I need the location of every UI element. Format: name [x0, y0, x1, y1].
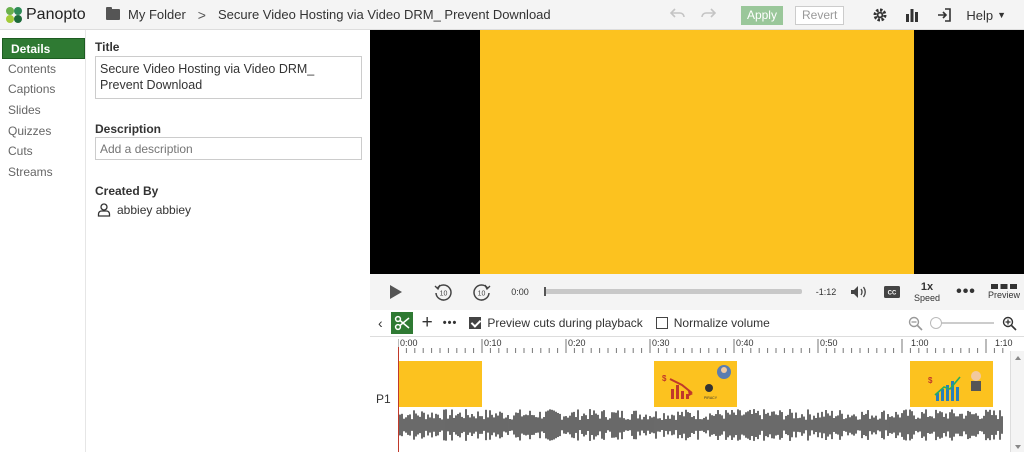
current-time: 0:00: [511, 287, 529, 297]
sidebar-item-cuts[interactable]: Cuts: [0, 141, 85, 162]
zoom-slider-handle[interactable]: [930, 317, 942, 329]
remaining-time: -1:12: [815, 287, 837, 297]
thumbnail-piracy[interactable]: $ PIRACY: [654, 361, 737, 407]
title-input[interactable]: Secure Video Hosting via Video DRM_ Prev…: [95, 56, 362, 99]
exit-icon[interactable]: [928, 7, 960, 23]
creator: abbiey abbiey: [97, 203, 191, 217]
sidebar-item-captions[interactable]: Captions: [0, 79, 85, 100]
stats-icon[interactable]: [896, 7, 928, 23]
track-label: P1: [376, 392, 391, 406]
details-panel: Title Secure Video Hosting via Video DRM…: [86, 30, 370, 452]
forward-10-icon[interactable]: 10: [471, 274, 493, 310]
volume-icon[interactable]: [848, 274, 870, 310]
toolbar-more-icon[interactable]: •••: [443, 317, 458, 329]
panopto-logo-icon: [6, 6, 22, 23]
preview-cuts-label: Preview cuts during playback: [487, 316, 643, 330]
sidebar-item-quizzes[interactable]: Quizzes: [0, 121, 85, 142]
tick-label: 0:40: [736, 338, 754, 348]
help-label: Help: [966, 7, 994, 23]
video-frame: [480, 30, 914, 274]
page-title: Secure Video Hosting via Video DRM_ Prev…: [217, 7, 551, 22]
cc-label: CC: [888, 291, 897, 297]
more-options-icon[interactable]: •••: [956, 274, 976, 310]
help-menu[interactable]: Help ▼: [966, 8, 1006, 23]
rewind-10-icon[interactable]: 10: [432, 274, 454, 310]
video-player[interactable]: [370, 30, 1024, 274]
add-icon[interactable]: +: [422, 313, 433, 333]
revert-button[interactable]: Revert: [794, 5, 845, 25]
sidebar-item-slides[interactable]: Slides: [0, 100, 85, 121]
sidebar-item-details[interactable]: Details: [2, 38, 85, 59]
svg-text:$: $: [662, 374, 667, 383]
title-label: Title: [95, 40, 120, 54]
tick-label: 1:10: [995, 338, 1013, 348]
settings-icon[interactable]: [864, 7, 896, 23]
tick-label: 0:00: [400, 338, 418, 348]
sidebar-item-streams[interactable]: Streams: [0, 162, 85, 183]
preview-label: Preview: [988, 289, 1021, 300]
edit-toolbar: ‹ + ••• Preview cuts during playback Nor…: [370, 310, 1024, 336]
forward-seconds: 10: [478, 291, 486, 298]
redo-icon[interactable]: [697, 6, 719, 24]
normalize-volume-label: Normalize volume: [673, 316, 770, 330]
normalize-volume-checkbox[interactable]: [655, 317, 668, 329]
timeline[interactable]: 0:00 0:10 0:20 0:30 0:40 0:50 1:00 1:10 …: [370, 336, 1024, 452]
play-icon[interactable]: [386, 274, 406, 310]
user-icon: [97, 203, 111, 217]
chevron-down-icon: ▼: [997, 10, 1006, 20]
scissors-icon[interactable]: [390, 312, 413, 334]
zoom-out-icon[interactable]: [908, 316, 923, 331]
creator-name: abbiey abbiey: [117, 203, 192, 217]
thumbnail-plain[interactable]: [399, 361, 482, 407]
folder-icon: [106, 7, 120, 20]
preview-cuts-checkbox[interactable]: [469, 317, 482, 329]
breadcrumb-folder[interactable]: My Folder: [128, 7, 186, 22]
tick-label: 0:10: [484, 338, 502, 348]
description-label: Description: [95, 122, 162, 136]
speed-label: Speed: [913, 292, 941, 303]
playhead[interactable]: [398, 347, 399, 452]
svg-text:PIRACY: PIRACY: [704, 396, 718, 400]
speed-value: 1x: [920, 280, 934, 293]
tick-label: 0:50: [820, 338, 838, 348]
breadcrumb: My Folder > Secure Video Hosting via Vid…: [106, 7, 551, 23]
timeline-ruler: 0:00 0:10 0:20 0:30 0:40 0:50 1:00 1:10: [397, 337, 1013, 353]
undo-icon[interactable]: [667, 6, 689, 24]
tick-label: 0:20: [568, 338, 586, 348]
player-controls: 10 10 0:00 -1:12 CC 1x Speed ••• Preview: [370, 274, 1024, 310]
thumbnail-growth[interactable]: $: [910, 361, 993, 407]
header-bar: Panopto My Folder > Secure Video Hosting…: [0, 0, 1024, 30]
apply-button[interactable]: Apply: [740, 5, 783, 25]
sidebar: Details Contents Captions Slides Quizzes…: [0, 30, 86, 452]
description-input[interactable]: [95, 137, 362, 160]
svg-text:$: $: [928, 376, 933, 385]
tick-label: 0:30: [652, 338, 670, 348]
tick-label: 1:00: [911, 338, 929, 348]
cc-button[interactable]: CC: [882, 274, 902, 310]
app-name: Panopto: [26, 5, 86, 23]
breadcrumb-separator: >: [197, 6, 206, 23]
vertical-scrollbar[interactable]: [1010, 351, 1024, 452]
preview-button[interactable]: Preview: [988, 274, 1020, 310]
seek-bar[interactable]: [544, 287, 802, 296]
zoom-in-icon[interactable]: [1002, 316, 1017, 331]
sidebar-item-contents[interactable]: Contents: [0, 59, 85, 80]
panopto-logo[interactable]: Panopto: [6, 6, 96, 24]
collapse-left-icon[interactable]: ‹: [378, 315, 383, 331]
created-by-label: Created By: [95, 184, 159, 198]
rewind-seconds: 10: [440, 291, 448, 298]
speed-button[interactable]: 1x Speed: [912, 274, 942, 310]
audio-waveform[interactable]: [398, 409, 1008, 441]
